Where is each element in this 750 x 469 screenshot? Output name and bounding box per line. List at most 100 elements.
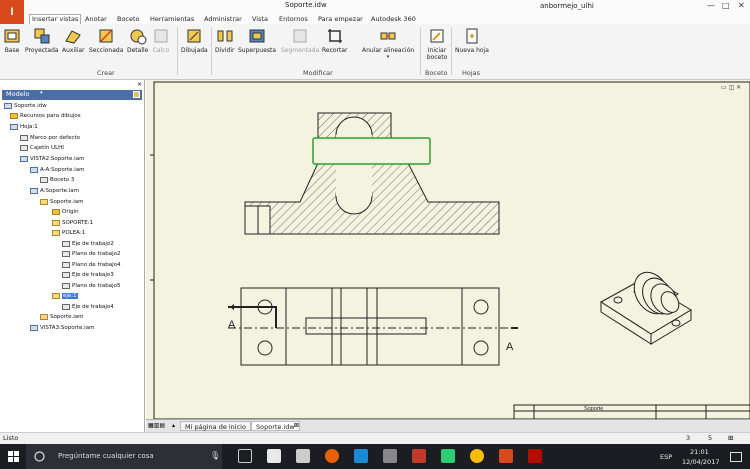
tree-item[interactable]: Plano de trabajo5 — [62, 282, 120, 291]
tab-entornos[interactable]: Entornos — [279, 15, 308, 23]
tree-item[interactable]: Soporte.iam — [40, 198, 84, 207]
dropdown-icon[interactable]: ▾ — [40, 90, 43, 96]
base-view-button[interactable]: Base — [3, 27, 21, 54]
tree-item[interactable]: Soporte.idw — [4, 102, 47, 111]
tree-item[interactable]: Plano de trabajo2 — [62, 250, 120, 259]
group-separator — [211, 27, 212, 75]
crop-button[interactable]: Recortar — [322, 27, 348, 54]
canvas-window-controls[interactable]: ▭ ◫ ✕ — [721, 84, 741, 91]
tree-item[interactable]: Marco por defecto — [20, 134, 80, 143]
tab-autodesk-360[interactable]: Autodesk 360 — [371, 15, 416, 23]
isometric-view[interactable] — [600, 266, 692, 345]
view-icon — [30, 187, 38, 194]
tree-item-selected[interactable]: eje:1 — [52, 292, 78, 301]
tile-views-icon[interactable]: ▦▥▤ — [148, 422, 165, 429]
tab-close-icon[interactable]: ⊠ — [294, 422, 299, 429]
drawing-icon — [4, 102, 12, 109]
tree-item[interactable]: VISTA3:Soporte.iam — [30, 324, 94, 333]
drawing-canvas[interactable]: A A Soporte ▭ ◫ ✕ — [146, 80, 750, 419]
user-name[interactable]: anbormejo_ulhi — [540, 2, 594, 10]
tab-para-empezar[interactable]: Para empezar — [318, 15, 363, 23]
panel-close-icon[interactable]: × — [137, 81, 142, 88]
microphone-icon[interactable]: 🎙 — [210, 451, 220, 460]
tree-item[interactable]: Eje de trabajo2 — [62, 240, 114, 249]
close-icon[interactable]: ✕ — [738, 1, 745, 10]
drawing-sheet[interactable]: A A Soporte — [146, 80, 750, 419]
task-view-icon[interactable] — [238, 449, 252, 463]
inventor-taskbar-icon[interactable] — [499, 449, 513, 463]
tree-item[interactable]: A-A:Soporte.iam — [30, 166, 85, 175]
inventor-app-button[interactable]: I — [0, 0, 24, 24]
file-explorer-icon[interactable] — [267, 449, 281, 463]
language-indicator[interactable]: ESP — [660, 453, 672, 461]
assembly-icon — [40, 198, 48, 205]
tab-vista[interactable]: Vista — [252, 15, 268, 23]
app-icon[interactable] — [441, 449, 455, 463]
section-view-button[interactable]: Seccionada — [89, 27, 123, 54]
app-icon[interactable] — [383, 449, 397, 463]
part-icon — [52, 292, 60, 299]
search-icon — [34, 451, 45, 462]
group-separator — [451, 27, 452, 75]
window-title: Soporte.idw — [285, 1, 327, 9]
new-sheet-button[interactable]: Nueva hoja — [455, 27, 489, 54]
clock-time[interactable]: 21:01 — [690, 448, 709, 456]
chrome-icon[interactable] — [470, 449, 484, 463]
tree-item[interactable]: A:Soporte.iam — [30, 187, 79, 196]
start-sketch-button[interactable]: Iniciar boceto — [425, 27, 449, 61]
status-icon[interactable]: ⊞ — [728, 434, 733, 442]
group-label-boceto: Boceto — [425, 69, 448, 77]
break-out-button[interactable]: Superpuesta — [238, 27, 276, 54]
detail-view-button[interactable]: Detalle — [127, 27, 148, 54]
group-separator — [177, 27, 178, 75]
tree-item[interactable]: Recursos para dibujos — [10, 112, 81, 121]
tab-anotar[interactable]: Anotar — [85, 15, 107, 23]
front-view[interactable] — [228, 287, 518, 366]
acrobat-icon[interactable] — [528, 449, 542, 463]
assembly-icon — [40, 313, 48, 320]
break-alignment-button[interactable]: Anular alineación ▾ — [362, 27, 414, 60]
tree-item[interactable]: Cajetín ULHI — [20, 144, 64, 153]
tree-item[interactable]: VISTA2:Soporte.iam — [20, 155, 84, 164]
slice-button[interactable]: Segmentada — [281, 27, 319, 54]
tree-item[interactable]: Eje de trabajo4 — [62, 303, 114, 312]
drafted-view-button[interactable]: Dibujada — [181, 27, 208, 54]
autocad-icon[interactable] — [412, 449, 426, 463]
folder-icon — [10, 112, 18, 119]
projected-view-button[interactable]: Proyectada — [25, 27, 59, 54]
work-axis-icon — [62, 240, 70, 247]
minimize-icon[interactable]: — — [707, 1, 715, 10]
tree-item[interactable]: Origin — [52, 208, 79, 217]
overlay-view-button[interactable]: Calco — [152, 27, 170, 54]
windows-start-icon[interactable] — [0, 444, 26, 469]
tab-insertar-vistas[interactable]: Insertar vistas — [29, 14, 82, 24]
tree-item[interactable]: SOPORTE:1 — [52, 219, 93, 228]
tree-item[interactable]: Plano de trabajo4 — [62, 261, 120, 270]
app-icon[interactable] — [354, 449, 368, 463]
firefox-icon[interactable] — [325, 449, 339, 463]
section-view[interactable] — [244, 112, 500, 235]
tree-item[interactable]: Hoja:1 — [10, 123, 38, 132]
tree-item[interactable]: POLEA:1 — [52, 229, 85, 238]
clock-date[interactable]: 12/04/2017 — [682, 458, 719, 466]
tree-item[interactable]: Soporte.iam — [40, 313, 84, 322]
tab-home[interactable]: Mi página de inicio — [180, 421, 251, 431]
tab-administrar[interactable]: Administrar — [204, 15, 242, 23]
sheet-icon — [10, 123, 18, 130]
cortana-search-box[interactable]: Pregúntame cualquier cosa 🎙 — [26, 444, 222, 469]
break-button[interactable]: Dividir — [215, 27, 234, 54]
tab-herramientas[interactable]: Herramientas — [150, 15, 194, 23]
title-bar: I Soporte.idw anbormejo_ulhi — □ ✕ — [0, 0, 750, 24]
work-plane-icon — [62, 282, 70, 289]
tab-menu-icon[interactable]: ▴ — [172, 422, 175, 429]
help-icon[interactable] — [133, 91, 140, 98]
notifications-icon[interactable] — [730, 452, 742, 462]
tab-boceto[interactable]: Boceto — [117, 15, 140, 23]
auxiliary-view-button[interactable]: Auxiliar — [62, 27, 85, 54]
model-browser-header[interactable]: Modelo ▾ — [2, 90, 142, 100]
tree-item[interactable]: Boceto 3 — [40, 176, 74, 185]
calculator-icon[interactable] — [296, 449, 310, 463]
maximize-icon[interactable]: □ — [722, 1, 730, 10]
tree-item[interactable]: Eje de trabajo3 — [62, 271, 114, 280]
tab-soporte-idw[interactable]: Soporte.idw — [251, 421, 300, 431]
